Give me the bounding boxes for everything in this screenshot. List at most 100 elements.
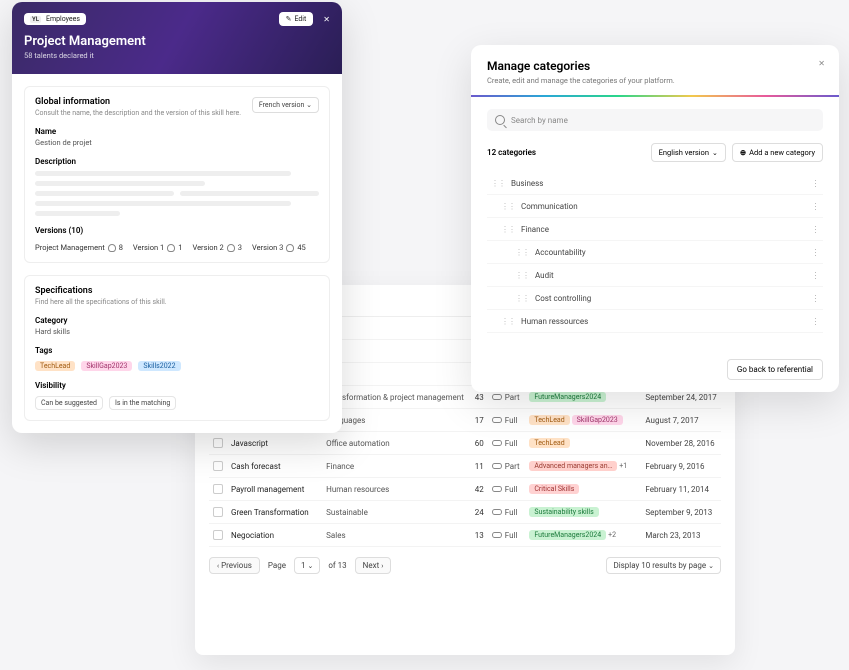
skill-category: Human resources [322,478,468,501]
table-row[interactable]: Cash forecast Finance 11 Part Advanced m… [209,455,721,478]
tag: TechLead [35,361,75,371]
language-select[interactable]: French version ⌄ [252,97,319,113]
table-row[interactable]: Javascript Office automation 60 Full Tec… [209,432,721,455]
version-item[interactable]: Project Management 8 [35,243,123,252]
skeleton-line [35,211,120,216]
tags-label: Tags [35,346,319,355]
language-select[interactable]: English version ⌄ [651,143,726,162]
kebab-icon[interactable]: ⋯ [810,271,820,279]
tree-label: Cost controlling [535,294,591,303]
count: 13 [468,524,488,547]
kebab-icon[interactable]: ⋯ [810,248,820,256]
drag-handle-icon[interactable]: ⋮⋮ [501,317,515,326]
table-row[interactable]: Negociation Sales 13 Full FutureManagers… [209,524,721,547]
tree-item[interactable]: ⋮⋮Finance⋯ [487,218,823,241]
visibility-pill: Can be suggested [35,396,103,410]
skill-name: Negociation [227,524,322,547]
version-item[interactable]: Version 1 1 [133,243,183,252]
drag-handle-icon[interactable]: ⋮⋮ [515,294,529,303]
next-button[interactable]: Next › [355,557,392,574]
page-label: Page [268,561,286,570]
pagination: ‹ Previous Page 1 ⌄ of 13 Next › Display… [209,547,721,574]
row-checkbox[interactable] [213,438,223,448]
kebab-icon[interactable]: ⋯ [810,202,820,210]
tag: Advanced managers an… [529,461,617,471]
skill-name: Payroll management [227,478,322,501]
date: February 11, 2014 [641,478,721,501]
tag: SkillGap2023 [81,361,132,371]
visibility: Full [488,478,526,501]
drag-handle-icon[interactable]: ⋮⋮ [515,248,529,257]
more-count: +1 [619,462,627,470]
close-icon[interactable]: ✕ [323,15,330,24]
date: November 28, 2016 [641,432,721,455]
visibility: Full [488,501,526,524]
eye-icon [492,486,502,492]
tree-item[interactable]: ⋮⋮Communication⋯ [487,195,823,218]
modal-subtitle: Create, edit and manage the categories o… [487,76,823,85]
row-checkbox[interactable] [213,507,223,517]
skill-detail-card: Employees ✎ Edit ✕ Project Management 58… [12,2,342,433]
search-icon [495,115,505,125]
manage-categories-modal: Manage categories Create, edit and manag… [471,45,839,392]
tree-label: Human ressources [521,317,588,326]
count: 17 [468,409,488,432]
visibility: Full [488,409,526,432]
date: September 9, 2013 [641,501,721,524]
more-count: +2 [608,531,616,539]
drag-handle-icon[interactable]: ⋮⋮ [501,202,515,211]
kebab-icon[interactable]: ⋯ [810,225,820,233]
skill-subtitle: 58 talents declared it [24,51,330,60]
spec-heading: Specifications [35,286,319,296]
tree-item[interactable]: ⋮⋮Business⋯ [487,172,823,195]
employees-chip[interactable]: Employees [24,13,86,25]
skill-name: Javascript [227,432,322,455]
table-row[interactable]: Green Transformation Sustainable 24 Full… [209,501,721,524]
visibility-label: Visibility [35,381,319,390]
row-checkbox[interactable] [213,484,223,494]
close-icon[interactable]: ✕ [818,59,825,68]
skill-category [322,340,468,363]
specifications-box: Specifications Find here all the specifi… [24,275,330,421]
skill-category: Sales [322,524,468,547]
global-info-box: French version ⌄ Global information Cons… [24,86,330,263]
kebab-icon[interactable]: ⋯ [810,179,820,187]
edit-button[interactable]: ✎ Edit [279,12,314,26]
drag-handle-icon[interactable]: ⋮⋮ [501,225,515,234]
eye-icon [492,394,502,400]
category-label: Category [35,316,319,325]
tree-item[interactable]: ⋮⋮ Accountability ⋯ [487,241,823,264]
skill-category: Office automation [322,432,468,455]
tag: Critical Skills [529,484,579,494]
tree-item[interactable]: ⋮⋮ Cost controlling ⋯ [487,287,823,310]
tree-item[interactable]: ⋮⋮ Audit ⋯ [487,264,823,287]
eye-icon [492,509,502,515]
tree-label: Audit [535,271,554,280]
kebab-icon[interactable]: ⋯ [810,294,820,302]
kebab-icon[interactable]: ⋯ [810,317,820,325]
tree-label: Accountability [535,248,586,257]
prev-button[interactable]: ‹ Previous [209,557,260,574]
go-back-button[interactable]: Go back to referential [727,359,823,380]
skill-category: Finance [322,455,468,478]
drag-handle-icon[interactable]: ⋮⋮ [515,271,529,280]
person-icon [108,244,116,252]
row-checkbox[interactable] [213,530,223,540]
table-row[interactable]: Payroll management Human resources 42 Fu… [209,478,721,501]
eye-icon [492,532,502,538]
plus-icon: ⊕ [740,148,746,157]
page-size-select[interactable]: Display 10 results by page ⌄ [606,557,721,574]
visibility: Part [488,455,526,478]
count: 60 [468,432,488,455]
skill-category [322,317,468,340]
row-checkbox[interactable] [213,461,223,471]
add-category-button[interactable]: ⊕ Add a new category [732,143,823,162]
version-item[interactable]: Version 3 45 [252,243,306,252]
tree-item[interactable]: ⋮⋮ Human ressources ⋯ [487,310,823,333]
drag-handle-icon[interactable]: ⋮⋮ [491,179,505,188]
page-select[interactable]: 1 ⌄ [294,557,320,574]
date: August 7, 2017 [641,409,721,432]
skill-name: Cash forecast [227,455,322,478]
version-item[interactable]: Version 2 3 [192,243,242,252]
search-input[interactable]: Search by name [487,109,823,131]
